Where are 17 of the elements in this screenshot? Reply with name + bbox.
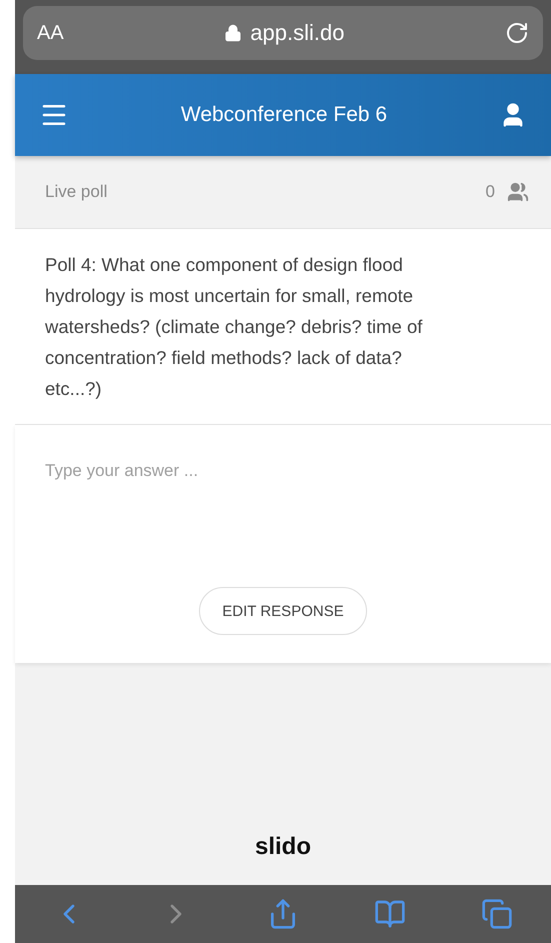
text-size-button[interactable]: AA: [37, 22, 64, 44]
edit-response-button[interactable]: EDIT RESPONSE: [199, 587, 367, 635]
url-text: app.sli.do: [250, 20, 344, 46]
tabs-icon: [481, 898, 514, 930]
address-bar[interactable]: AA app.sli.do: [23, 6, 543, 60]
people-icon: [507, 181, 529, 203]
participant-count: 0: [486, 182, 495, 202]
logo: slido: [254, 833, 311, 861]
question-text: Poll 4: What one component of design flood hydrology is most uncertain for small, remote watersheds? (climate change? debris? time of concentration? field methods? lack of data? etc...?): [45, 253, 424, 401]
poll-label: Live poll: [45, 182, 108, 202]
book-icon: [374, 898, 406, 930]
bookmarks-button[interactable]: [374, 898, 406, 930]
event-title: Webconference Feb 6: [180, 103, 388, 127]
lock-icon: [224, 24, 242, 42]
reload-icon[interactable]: [505, 21, 529, 45]
answer-field[interactable]: Type your answer ...: [45, 461, 521, 481]
tabs-button[interactable]: [481, 898, 514, 930]
